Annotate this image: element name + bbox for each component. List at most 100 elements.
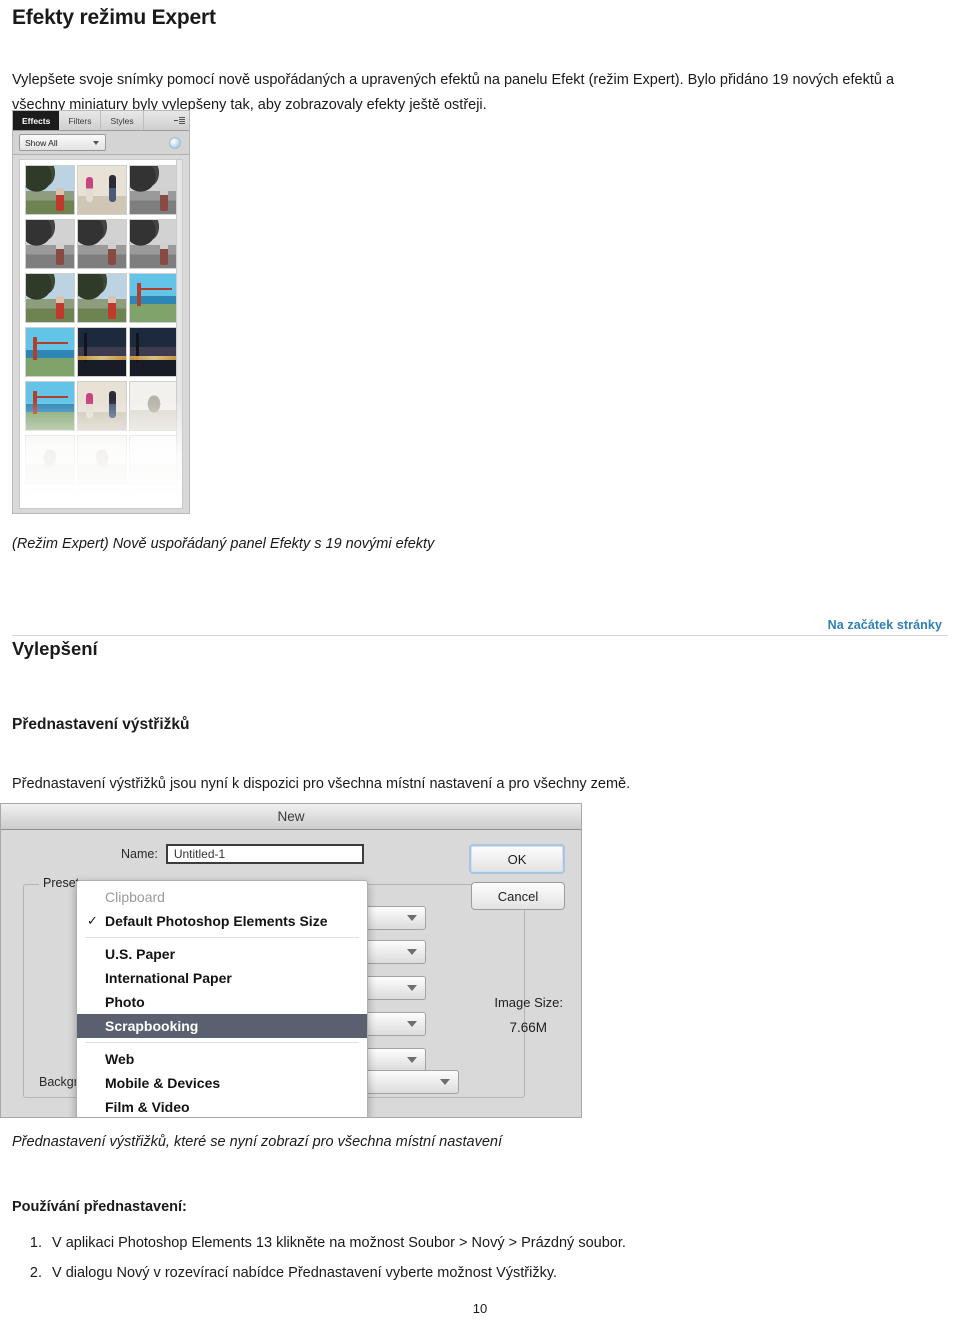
effect-thumbnail[interactable] bbox=[25, 273, 75, 323]
show-all-dropdown-label: Show All bbox=[25, 137, 58, 148]
thumbnail-image bbox=[78, 490, 126, 508]
effect-thumbnail[interactable] bbox=[77, 327, 127, 377]
effect-thumbnail[interactable] bbox=[25, 327, 75, 377]
effect-thumbnail[interactable] bbox=[77, 273, 127, 323]
effect-thumbnail[interactable] bbox=[25, 219, 75, 269]
menu-item-us-paper[interactable]: U.S. Paper bbox=[77, 942, 367, 966]
tab-effects-label: Effects bbox=[22, 115, 51, 126]
dialog-title: New bbox=[277, 809, 305, 824]
menu-item-label: U.S. Paper bbox=[105, 946, 176, 962]
dialog-titlebar: New bbox=[1, 804, 581, 830]
effect-thumbnail[interactable] bbox=[129, 219, 179, 269]
menu-item-scrapbooking[interactable]: Scrapbooking bbox=[77, 1014, 367, 1038]
thumbnail-image bbox=[78, 166, 126, 214]
panel-menu-bars bbox=[178, 117, 185, 124]
ok-button[interactable]: OK bbox=[469, 844, 565, 874]
thumbnail-image bbox=[78, 382, 126, 430]
effect-thumbnail[interactable] bbox=[25, 165, 75, 215]
thumbnail-image bbox=[26, 436, 74, 484]
effects-thumbnail-grid bbox=[20, 160, 182, 508]
horizontal-rule bbox=[12, 635, 948, 636]
menu-item-film-video[interactable]: Film & Video bbox=[77, 1095, 367, 1117]
effect-thumbnail[interactable] bbox=[129, 327, 179, 377]
thumbnail-image bbox=[26, 166, 74, 214]
usage-label: Používání přednastavení: bbox=[12, 1199, 187, 1215]
page-number: 10 bbox=[472, 1301, 488, 1316]
effect-thumbnail[interactable] bbox=[77, 381, 127, 431]
tab-effects[interactable]: Effects bbox=[13, 111, 60, 130]
figure-new-dialog-caption: Přednastavení výstřižků, které se nyní z… bbox=[12, 1134, 503, 1150]
menu-separator bbox=[85, 1042, 359, 1043]
thumbnail-image bbox=[78, 274, 126, 322]
menu-item-photo[interactable]: Photo bbox=[77, 990, 367, 1014]
menu-item-label: Photo bbox=[105, 994, 145, 1010]
thumbnail-image bbox=[130, 220, 178, 268]
tab-styles[interactable]: Styles bbox=[101, 111, 144, 130]
menu-item-label: Clipboard bbox=[105, 889, 165, 905]
preset-dropdown-menu[interactable]: Clipboard ✓ Default Photoshop Elements S… bbox=[76, 880, 368, 1117]
effect-thumbnail[interactable] bbox=[77, 219, 127, 269]
effect-thumbnail[interactable] bbox=[25, 489, 75, 508]
tab-styles-label: Styles bbox=[110, 115, 134, 126]
panel-menu-icon[interactable] bbox=[169, 111, 189, 130]
thumbnail-image bbox=[130, 436, 178, 484]
thumbnail-image bbox=[78, 328, 126, 376]
thumbnail-image bbox=[26, 220, 74, 268]
figure-effects-caption: (Režim Expert) Nově uspořádaný panel Efe… bbox=[12, 536, 435, 552]
effect-thumbnail[interactable] bbox=[129, 273, 179, 323]
effect-thumbnail[interactable] bbox=[77, 165, 127, 215]
effect-thumbnail[interactable] bbox=[129, 381, 179, 431]
tab-filters[interactable]: Filters bbox=[59, 111, 102, 130]
panel-scrollbar[interactable] bbox=[176, 160, 182, 508]
dialog-body: Name: Untitled-1 Preset: Width: Height: … bbox=[1, 830, 581, 1117]
effect-thumbnail[interactable] bbox=[25, 435, 75, 485]
image-size-value: 7.66M bbox=[509, 1020, 547, 1035]
name-input-value: Untitled-1 bbox=[173, 847, 226, 861]
chevron-down-icon bbox=[407, 949, 417, 955]
thumbnail-image bbox=[78, 220, 126, 268]
name-label: Name: bbox=[121, 847, 158, 861]
back-to-top-row: Na začátek stránky bbox=[12, 618, 948, 642]
effect-thumbnail[interactable] bbox=[129, 489, 179, 508]
effect-thumbnail[interactable] bbox=[129, 165, 179, 215]
page-title: Efekty režimu Expert bbox=[12, 6, 216, 29]
thumbnail-image bbox=[130, 328, 178, 376]
menu-item-international-paper[interactable]: International Paper bbox=[77, 966, 367, 990]
menu-item-label: International Paper bbox=[105, 970, 232, 986]
menu-separator bbox=[85, 937, 359, 938]
thumbnail-image bbox=[130, 274, 178, 322]
back-to-top-link[interactable]: Na začátek stránky bbox=[819, 618, 946, 632]
effect-thumbnail[interactable] bbox=[129, 435, 179, 485]
name-row: Name: Untitled-1 bbox=[121, 844, 364, 864]
section-heading-vylepseni: Vylepšení bbox=[12, 638, 98, 659]
menu-item-mobile-devices[interactable]: Mobile & Devices bbox=[77, 1071, 367, 1095]
thumbnail-image bbox=[78, 436, 126, 484]
chevron-down-icon bbox=[439, 1079, 450, 1085]
steps-list: V aplikaci Photoshop Elements 13 kliknět… bbox=[12, 1228, 948, 1288]
effect-thumbnail[interactable] bbox=[25, 381, 75, 431]
menu-item-default-size[interactable]: ✓ Default Photoshop Elements Size bbox=[77, 909, 367, 933]
show-all-dropdown[interactable]: Show All bbox=[19, 134, 106, 151]
list-item: V dialogu Nový v rozevírací nabídce Před… bbox=[46, 1258, 948, 1288]
menu-item-label: Film & Video bbox=[105, 1099, 190, 1115]
thumbnail-image bbox=[26, 382, 74, 430]
effect-thumbnail[interactable] bbox=[77, 435, 127, 485]
chevron-down-icon bbox=[93, 140, 99, 145]
chevron-down-icon bbox=[407, 985, 417, 991]
cancel-button[interactable]: Cancel bbox=[471, 882, 565, 910]
name-input[interactable]: Untitled-1 bbox=[165, 844, 364, 864]
figure-effects-panel: Effects Filters Styles Show All bbox=[12, 110, 190, 514]
effects-panel-filterbar: Show All bbox=[13, 131, 189, 155]
panel-menu-dash bbox=[173, 120, 178, 121]
sphere-icon bbox=[169, 136, 181, 149]
effect-thumbnail[interactable] bbox=[77, 489, 127, 508]
menu-item-label: Scrapbooking bbox=[105, 1018, 199, 1034]
sub-paragraph: Přednastavení výstřižků jsou nyní k disp… bbox=[12, 776, 631, 792]
thumbnail-image bbox=[130, 382, 178, 430]
effects-panel-tabbar: Effects Filters Styles bbox=[13, 111, 189, 131]
thumbnail-image bbox=[130, 166, 178, 214]
checkmark-icon: ✓ bbox=[87, 913, 98, 928]
menu-item-label: Mobile & Devices bbox=[105, 1075, 221, 1091]
menu-item-web[interactable]: Web bbox=[77, 1047, 367, 1071]
list-item: V aplikaci Photoshop Elements 13 kliknět… bbox=[46, 1228, 948, 1258]
